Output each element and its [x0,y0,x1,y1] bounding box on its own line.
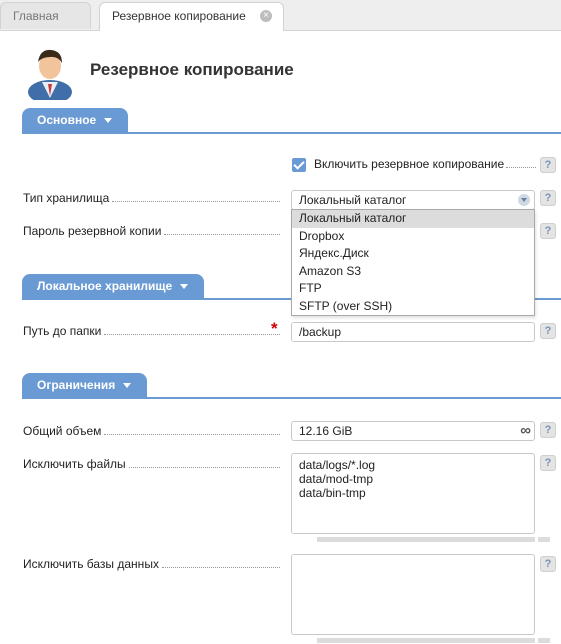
backup-password-label: Пароль резервной копии [23,224,280,238]
dropdown-option[interactable]: Яндекс.Диск [292,245,534,263]
help-icon[interactable]: ? [540,556,556,572]
dropdown-option[interactable]: SFTP (over SSH) [292,298,534,316]
dropdown-option[interactable]: Amazon S3 [292,263,534,281]
storage-type-select[interactable]: Локальный каталог [291,190,535,210]
chevron-down-icon [104,118,113,124]
section-main-toggle[interactable]: Основное [22,108,128,133]
section-limits-toggle[interactable]: Ограничения [22,373,147,398]
dropdown-option[interactable]: Локальный каталог [292,210,534,228]
tab-backup-label: Резервное копирование [112,9,246,23]
help-icon[interactable]: ? [540,422,556,438]
section-local-toggle[interactable]: Локальное хранилище [22,274,204,299]
folder-path-label: Путь до папки [23,324,280,338]
total-volume-label: Общий объем [23,424,280,438]
scrollbar-end [538,537,550,542]
exclude-files-textarea[interactable]: data/logs/*.log data/mod-tmp data/bin-tm… [291,453,535,534]
dropdown-option[interactable]: Dropbox [292,228,534,246]
storage-type-dropdown: Локальный каталог Dropbox Яндекс.Диск Am… [291,209,535,316]
help-icon[interactable]: ? [540,223,556,239]
section-limits-title: Ограничения [37,378,116,392]
section-main-title: Основное [37,113,97,127]
exclude-db-textarea[interactable] [291,554,535,635]
scrollbar[interactable] [317,537,535,542]
help-icon[interactable]: ? [540,455,556,471]
required-mark: * [271,319,278,338]
user-avatar-icon [28,49,72,100]
folder-path-input[interactable]: /backup [291,322,535,342]
section-local-title: Локальное хранилище [37,279,173,293]
section-divider [22,397,561,399]
page-title: Резервное копирование [90,60,294,79]
infinity-icon[interactable]: ∞ [520,422,531,440]
help-icon[interactable]: ? [540,157,556,173]
help-icon[interactable]: ? [540,323,556,339]
tab-home-label: Главная [13,9,59,23]
section-divider [22,132,561,134]
scrollbar-end [538,638,550,643]
total-volume-input[interactable]: 12.16 GiB ∞ [291,421,535,441]
tab-bar: Главная Резервное копирование × [0,0,561,31]
enable-backup-checkbox[interactable] [292,158,306,172]
close-icon[interactable]: × [260,10,272,22]
scrollbar[interactable] [317,638,535,643]
chevron-down-icon [180,284,189,290]
dropdown-option[interactable]: FTP [292,280,534,298]
help-icon[interactable]: ? [540,190,556,206]
storage-type-label: Тип хранилища [23,191,280,205]
enable-backup-label: Включить резервное копирование [314,157,536,171]
tab-backup[interactable]: Резервное копирование × [99,2,284,31]
tab-home[interactable]: Главная [0,2,91,29]
chevron-down-icon [123,383,132,389]
chevron-down-icon [518,194,530,206]
exclude-files-label: Исключить файлы [23,457,280,471]
exclude-db-label: Исключить базы данных [23,557,280,571]
